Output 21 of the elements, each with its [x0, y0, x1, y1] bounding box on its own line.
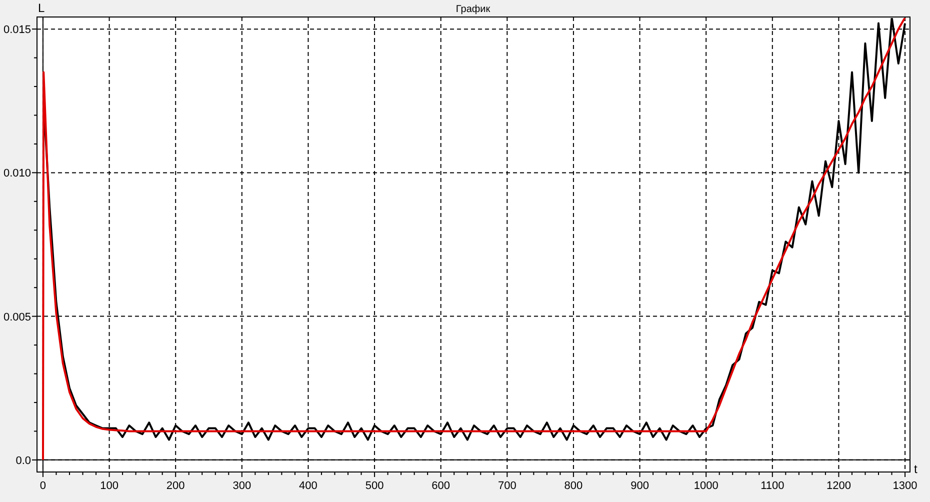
- x-tick-label: 900: [630, 480, 649, 492]
- x-tick-label: 1000: [694, 480, 718, 492]
- x-axis-label: t: [914, 462, 918, 476]
- x-tick-label: 500: [365, 480, 384, 492]
- x-tick-label: 1300: [892, 480, 918, 492]
- x-tick-label: 700: [498, 480, 516, 492]
- y-tick-label: 0.005: [3, 311, 31, 324]
- y-tick-label: 0.0: [16, 454, 31, 467]
- y-axis-label: L: [38, 1, 45, 15]
- chart-title: График: [456, 4, 490, 15]
- y-tick-label: 0.010: [3, 168, 31, 180]
- x-tick-label: 1200: [826, 480, 851, 492]
- x-tick-label: 800: [564, 480, 583, 492]
- x-tick-label: 300: [232, 480, 252, 492]
- x-tick-label: 1100: [760, 480, 784, 492]
- x-tick-label: 600: [432, 480, 450, 492]
- x-tick-label: 100: [100, 480, 118, 492]
- x-tick-label: 200: [166, 480, 185, 492]
- x-tick-label: 0: [40, 480, 46, 492]
- y-tick-label: 0.015: [3, 24, 31, 36]
- x-tick-label: 400: [299, 480, 318, 492]
